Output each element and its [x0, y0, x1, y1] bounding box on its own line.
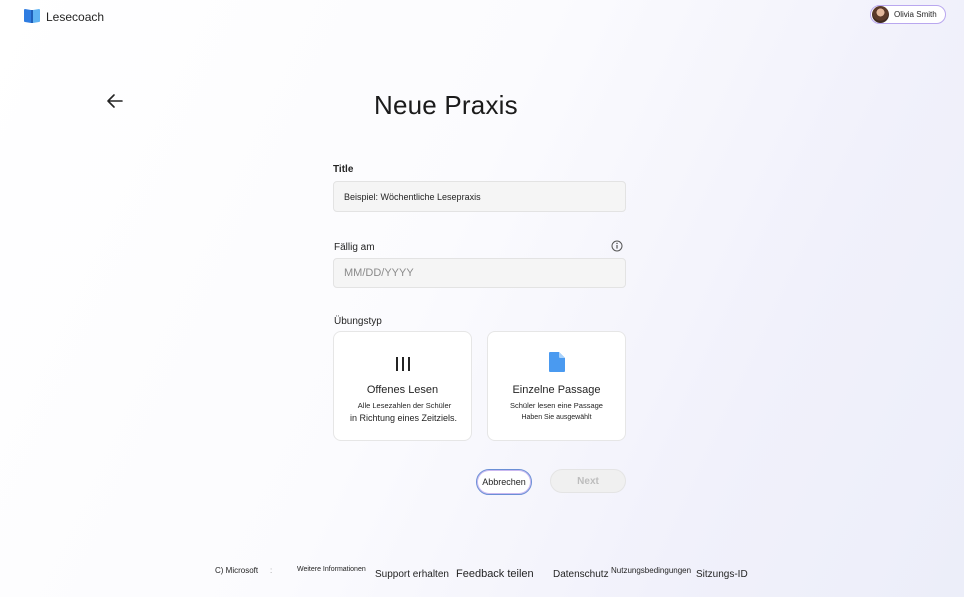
- footer-link-session-id[interactable]: Sitzungs-ID: [696, 569, 748, 580]
- footer-copyright: C) Microsoft: [215, 566, 259, 575]
- footer-link-privacy[interactable]: Datenschutz: [553, 569, 609, 580]
- footer-link-feedback[interactable]: Feedback teilen: [456, 568, 534, 580]
- title-input[interactable]: Beispiel: Wöchentliche Lesepraxis: [333, 181, 626, 212]
- card-description: Haben Sie ausgewählt: [521, 414, 592, 421]
- footer-link-more-info[interactable]: Weitere Informationen: [297, 566, 366, 573]
- page-title: Neue Praxis: [374, 90, 518, 120]
- footer-link-support[interactable]: Support erhalten: [375, 569, 449, 580]
- info-icon[interactable]: [611, 239, 623, 252]
- card-title: Offenes Lesen: [366, 384, 439, 396]
- footer-separator: :: [270, 566, 273, 575]
- cancel-button[interactable]: Abbrechen: [476, 469, 532, 495]
- avatar: [872, 6, 889, 23]
- card-description: in Richtung eines Zeitziels.: [349, 413, 458, 423]
- practice-type-label: Übungstyp: [334, 316, 382, 327]
- user-name: Olivia Smith: [894, 10, 937, 19]
- app-title: Lesecoach: [46, 10, 105, 24]
- user-account-button[interactable]: Olivia Smith: [870, 5, 946, 24]
- next-button[interactable]: Next: [550, 469, 626, 493]
- practice-type-open-reading-card[interactable]: Offenes Lesen Alle Lesezahlen der Schüle…: [333, 331, 472, 441]
- footer-link-terms[interactable]: Nutzungsbedingungen: [611, 566, 691, 575]
- back-arrow-icon[interactable]: [105, 92, 125, 110]
- card-title: Einzelne Passage: [512, 384, 601, 396]
- card-description: Alle Lesezahlen der Schüler: [357, 401, 452, 410]
- reading-lines-icon: [395, 356, 411, 372]
- due-date-input[interactable]: MM/DD/YYYY: [333, 258, 626, 288]
- practice-type-single-passage-card[interactable]: Einzelne Passage Schüler lesen eine Pass…: [487, 331, 626, 441]
- due-date-label: Fällig am: [334, 242, 375, 253]
- app-logo-icon: [23, 8, 41, 24]
- title-label: Title: [333, 164, 354, 175]
- document-icon: [548, 351, 566, 373]
